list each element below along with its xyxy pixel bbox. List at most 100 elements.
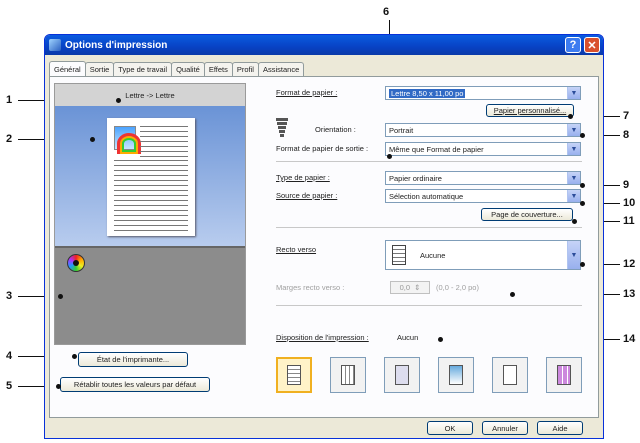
spinner-arrows-icon: ⇕ xyxy=(414,283,421,292)
chevron-down-icon: ▼ xyxy=(567,190,580,202)
paper-format-select[interactable]: Lettre 8,50 x 11,00 po ▼ xyxy=(385,86,581,100)
color-mode-area xyxy=(55,246,245,344)
paper-format-label: Format de papier : xyxy=(276,88,338,97)
help-button[interactable]: Aide xyxy=(537,421,583,435)
fit-to-page-icon xyxy=(503,365,517,385)
page-preview: Lettre -> Lettre xyxy=(54,83,246,345)
text-lines xyxy=(140,126,188,161)
title-bar: Options d'impression ? ✕ xyxy=(45,35,603,55)
callout-dot-14 xyxy=(438,337,443,342)
window-title: Options d'impression xyxy=(65,39,168,51)
ok-button[interactable]: OK xyxy=(427,421,473,435)
tab-quality[interactable]: Qualité xyxy=(171,62,205,76)
callout-1: 1 xyxy=(6,94,13,106)
tab-output[interactable]: Sortie xyxy=(84,62,115,76)
cancel-button[interactable]: Annuler xyxy=(482,421,528,435)
preview-caption-text: Lettre -> Lettre xyxy=(125,90,175,100)
duplex-value: Aucune xyxy=(420,251,446,260)
print-options-dialog: Options d'impression ? ✕ Général Sortie … xyxy=(44,34,604,439)
chevron-down-icon: ▼ xyxy=(567,124,580,136)
callout-dot-11 xyxy=(572,219,577,224)
duplex-margins-label: Marges recto verso : xyxy=(276,283,345,292)
callout-dot-5 xyxy=(56,384,61,389)
paper-type-select[interactable]: Papier ordinaire ▼ xyxy=(385,171,581,185)
callout-8: 8 xyxy=(623,129,630,141)
orientation-label: Orientation : xyxy=(315,125,356,134)
output-format-value: Même que Format de papier xyxy=(389,144,484,154)
layout-single-page-button[interactable] xyxy=(276,357,312,393)
rainbow-image-icon xyxy=(114,126,141,154)
callout-13: 13 xyxy=(623,288,636,300)
cover-page-button[interactable]: Page de couverture... xyxy=(481,208,573,221)
layout-multi-page-button[interactable] xyxy=(330,357,366,393)
tab-strip: Général Sortie Type de travail Qualité E… xyxy=(49,61,305,76)
layout-booklet-button[interactable] xyxy=(384,357,420,393)
orientation-value: Portrait xyxy=(389,125,414,135)
tab-profile[interactable]: Profil xyxy=(231,62,259,76)
layout-value: Aucun xyxy=(397,333,419,342)
callout-dot-1 xyxy=(116,98,121,103)
help-title-button[interactable]: ? xyxy=(565,37,581,53)
callout-6: 6 xyxy=(383,6,390,18)
output-format-select[interactable]: Même que Format de papier ▼ xyxy=(385,142,581,156)
chevron-down-icon: ▼ xyxy=(567,143,580,155)
divider xyxy=(276,305,582,306)
single-page-icon xyxy=(287,365,301,385)
callout-dot-8 xyxy=(580,133,585,138)
color-mode-icon[interactable] xyxy=(67,254,85,272)
callout-9: 9 xyxy=(623,179,630,191)
divider xyxy=(276,227,582,228)
paper-sizes-icon xyxy=(276,118,288,142)
multi-page-icon xyxy=(341,365,355,385)
layout-fit-to-page-button[interactable] xyxy=(492,357,528,393)
output-format-label: Format de papier de sortie : xyxy=(276,144,369,153)
callout-7: 7 xyxy=(623,110,630,122)
general-tab-panel: Lettre -> Lettre État de l'imprimante...… xyxy=(49,76,599,418)
callout-dot-13 xyxy=(510,292,515,297)
paper-type-label: Type de papier : xyxy=(276,173,330,182)
preview-caption: Lettre -> Lettre xyxy=(55,84,245,106)
callout-dot-9 xyxy=(580,183,585,188)
paper-format-value: Lettre 8,50 x 11,00 po xyxy=(389,88,466,98)
layout-poster-button[interactable] xyxy=(438,357,474,393)
duplex-margins-value: 0,0 xyxy=(399,283,411,292)
duplex-margins-range: (0,0 - 2,0 po) xyxy=(436,283,479,292)
duplex-select[interactable]: Aucune ▼ xyxy=(385,240,581,270)
chevron-down-icon: ▼ xyxy=(567,87,580,99)
custom-paper-button[interactable]: Papier personnalisé... xyxy=(486,104,574,117)
restore-defaults-button[interactable]: Rétablir toutes les valeurs par défaut xyxy=(60,377,210,392)
callout-dot-2 xyxy=(90,137,95,142)
layout-tile-button[interactable] xyxy=(546,357,582,393)
text-lines-lower xyxy=(114,160,188,235)
callout-dot-3 xyxy=(58,294,63,299)
duplex-margins-spinner[interactable]: 0,0 ⇕ xyxy=(390,281,430,294)
callout-dot-4 xyxy=(72,354,77,359)
callout-dot-7 xyxy=(568,114,573,119)
paper-preview xyxy=(107,118,195,236)
preview-area xyxy=(55,106,245,246)
tab-assistance[interactable]: Assistance xyxy=(257,62,305,76)
booklet-icon xyxy=(395,365,409,385)
tab-job-type[interactable]: Type de travail xyxy=(113,62,173,76)
divider xyxy=(276,161,582,162)
custom-paper-label: Papier personnalisé... xyxy=(493,106,567,115)
paper-source-select[interactable]: Sélection automatique ▼ xyxy=(385,189,581,203)
chevron-down-icon: ▼ xyxy=(567,172,580,184)
chevron-down-icon: ▼ xyxy=(567,241,580,269)
callout-dot-6 xyxy=(387,154,392,159)
paper-type-value: Papier ordinaire xyxy=(389,173,442,183)
tab-general[interactable]: Général xyxy=(49,61,86,76)
paper-source-label: Source de papier : xyxy=(276,191,338,200)
orientation-select[interactable]: Portrait ▼ xyxy=(385,123,581,137)
tab-effects[interactable]: Effets xyxy=(203,62,233,76)
duplex-label: Recto verso xyxy=(276,245,317,254)
callout-dot-12 xyxy=(580,262,585,267)
callout-dot-10 xyxy=(580,201,585,206)
callout-4: 4 xyxy=(6,350,13,362)
layout-label: Disposition de l'impression : xyxy=(276,333,369,342)
close-button[interactable]: ✕ xyxy=(584,37,600,53)
printer-status-button[interactable]: État de l'imprimante... xyxy=(78,352,188,367)
document-icon xyxy=(392,245,406,265)
cover-page-label: Page de couverture... xyxy=(491,210,563,219)
callout-12: 12 xyxy=(623,258,636,270)
